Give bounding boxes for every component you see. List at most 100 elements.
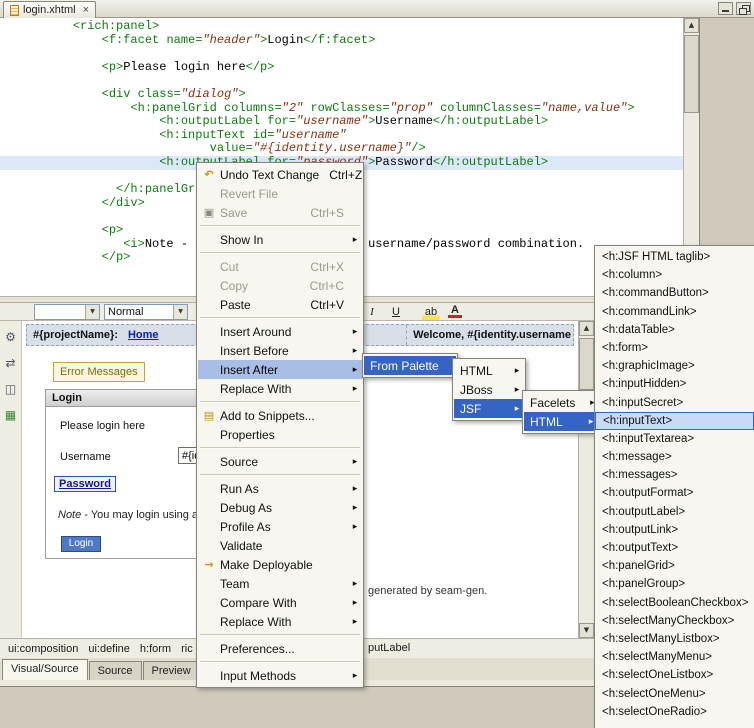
password-label-selected[interactable]: Password bbox=[54, 476, 116, 492]
tag-item-h-outputformat[interactable]: <h:outputFormat> bbox=[595, 484, 754, 502]
menu-item-add-to-snippets[interactable]: ▤Add to Snippets... bbox=[198, 406, 362, 425]
font-color-button[interactable]: A bbox=[448, 304, 462, 318]
menu-item-html[interactable]: HTML▸ bbox=[524, 412, 598, 431]
tab-preview[interactable]: Preview bbox=[143, 661, 200, 680]
menu-item-debug-as[interactable]: Debug As▸ bbox=[198, 498, 362, 517]
scroll-down-icon[interactable]: ▼ bbox=[579, 623, 594, 638]
code-line[interactable]: <h:outputLabel for="username">Username</… bbox=[8, 115, 683, 129]
tag-item-h-inputtextarea[interactable]: <h:inputTextarea> bbox=[595, 430, 754, 448]
tag-item-h-outputtext[interactable]: <h:outputText> bbox=[595, 539, 754, 557]
code-line[interactable]: <rich:panel> bbox=[8, 20, 683, 34]
tab-visual-source[interactable]: Visual/Source bbox=[2, 659, 88, 680]
tag-item-h-selectoneradio[interactable]: <h:selectOneRadio> bbox=[595, 703, 754, 721]
tag-item-h-message[interactable]: <h:message> bbox=[595, 448, 754, 466]
tag-item-h-selectonelistbox[interactable]: <h:selectOneListbox> bbox=[595, 666, 754, 684]
menu-item-from-palette[interactable]: From Palette▸ bbox=[364, 356, 456, 375]
menu-item-replace-with[interactable]: Replace With▸ bbox=[198, 612, 362, 631]
tag-item-h-panelgroup[interactable]: <h:panelGroup> bbox=[595, 575, 754, 593]
menu-item-input-methods[interactable]: Input Methods▸ bbox=[198, 666, 362, 685]
tag-item-h-messages[interactable]: <h:messages> bbox=[595, 466, 754, 484]
menu-item-preferences[interactable]: Preferences... bbox=[198, 639, 362, 658]
menu-item-make-deployable[interactable]: →Make Deployable bbox=[198, 555, 362, 574]
refresh-icon[interactable]: ⇄ bbox=[3, 355, 19, 371]
menu-item-cut[interactable]: CutCtrl+X bbox=[198, 257, 362, 276]
menu-item-source[interactable]: Source▸ bbox=[198, 452, 362, 471]
tag-item-h-panelgrid[interactable]: <h:panelGrid> bbox=[595, 557, 754, 575]
underline-button[interactable]: U bbox=[386, 304, 406, 320]
tag-item-h-inputtext[interactable]: <h:inputText> bbox=[595, 412, 754, 430]
menu-item-team[interactable]: Team▸ bbox=[198, 574, 362, 593]
tag-item-h-selectmanycheckbox[interactable]: <h:selectManyCheckbox> bbox=[595, 612, 754, 630]
scroll-up-icon[interactable]: ▲ bbox=[684, 18, 699, 33]
tab-source[interactable]: Source bbox=[89, 661, 142, 680]
canvas-scrollbar[interactable]: ▲ ▼ bbox=[578, 321, 594, 638]
code-line[interactable]: <h:inputText id="username" bbox=[8, 129, 683, 143]
tag-item-h-inputsecret[interactable]: <h:inputSecret> bbox=[595, 394, 754, 412]
gear-icon[interactable]: ⚙ bbox=[3, 329, 19, 345]
code-line[interactable] bbox=[8, 47, 683, 61]
menu-item-jsf[interactable]: JSF▸ bbox=[454, 399, 524, 418]
tag-item-h-inputhidden[interactable]: <h:inputHidden> bbox=[595, 375, 754, 393]
menu-item-save[interactable]: ▣SaveCtrl+S bbox=[198, 203, 362, 222]
grid-icon[interactable]: ▦ bbox=[3, 407, 19, 423]
tag-item-h-commandlink[interactable]: <h:commandLink> bbox=[595, 303, 754, 321]
breadcrumb-item-h-form[interactable]: h:form bbox=[140, 643, 171, 655]
menu-item-show-in[interactable]: Show In▸ bbox=[198, 230, 362, 249]
menu-item-revert-file[interactable]: Revert File bbox=[198, 184, 362, 203]
code-line[interactable]: value="#{identity.username}"/> bbox=[8, 142, 683, 156]
menu-item-copy[interactable]: CopyCtrl+C bbox=[198, 276, 362, 295]
login-button[interactable]: Login bbox=[61, 536, 101, 552]
tag-item-h-selectbooleancheckbox[interactable]: <h:selectBooleanCheckbox> bbox=[595, 594, 754, 612]
menu-item-run-as[interactable]: Run As▸ bbox=[198, 479, 362, 498]
chevron-down-icon[interactable]: ▼ bbox=[85, 305, 99, 319]
menu-item-insert-after[interactable]: Insert After▸ bbox=[198, 360, 362, 379]
submenu-arrow-icon: ▸ bbox=[348, 457, 362, 467]
menu-item-profile-as[interactable]: Profile As▸ bbox=[198, 517, 362, 536]
menu-item-paste[interactable]: PasteCtrl+V bbox=[198, 295, 362, 314]
tag-item-h-jsf-html-taglib[interactable]: <h:JSF HTML taglib> bbox=[595, 248, 754, 266]
chevron-down-icon[interactable]: ▼ bbox=[173, 305, 187, 319]
code-line[interactable]: <div class="dialog"> bbox=[8, 88, 683, 102]
code-line[interactable]: <h:panelGrid columns="2" rowClasses="pro… bbox=[8, 102, 683, 116]
tag-item-h-outputlabel[interactable]: <h:outputLabel> bbox=[595, 503, 754, 521]
tag-item-h-selectmanymenu[interactable]: <h:selectManyMenu> bbox=[595, 648, 754, 666]
editor-scrollbar-thumb[interactable] bbox=[684, 35, 699, 113]
tag-item-h-graphicimage[interactable]: <h:graphicImage> bbox=[595, 357, 754, 375]
tag-item-h-datatable[interactable]: <h:dataTable> bbox=[595, 321, 754, 339]
code-line[interactable] bbox=[8, 74, 683, 88]
pages-icon[interactable]: ◫ bbox=[3, 381, 19, 397]
menu-item-undo-text-change[interactable]: ↶Undo Text ChangeCtrl+Z bbox=[198, 165, 362, 184]
restore-icon[interactable] bbox=[736, 2, 751, 15]
menu-item-properties[interactable]: Properties bbox=[198, 425, 362, 444]
code-line[interactable]: <p>Please login here</p> bbox=[8, 61, 683, 75]
breadcrumb-item-ui-composition[interactable]: ui:composition bbox=[8, 643, 78, 655]
minimize-icon[interactable] bbox=[718, 2, 733, 15]
menu-item-validate[interactable]: Validate bbox=[198, 536, 362, 555]
tag-item-h-form[interactable]: <h:form> bbox=[595, 339, 754, 357]
breadcrumb-tail-fragment[interactable]: putLabel bbox=[368, 642, 410, 654]
scroll-up-icon[interactable]: ▲ bbox=[579, 321, 594, 336]
menu-item-replace-with[interactable]: Replace With▸ bbox=[198, 379, 362, 398]
home-link[interactable]: Home bbox=[128, 329, 159, 341]
tag-item-h-selectonemenu[interactable]: <h:selectOneMenu> bbox=[595, 685, 754, 703]
style-combo[interactable]: ▼ bbox=[34, 304, 100, 320]
breadcrumb-item-ui-define[interactable]: ui:define bbox=[88, 643, 130, 655]
paragraph-format-combo[interactable]: Normal ▼ bbox=[104, 304, 188, 320]
code-line[interactable]: <f:facet name="header">Login</f:facet> bbox=[8, 34, 683, 48]
breadcrumb-item-ric[interactable]: ric bbox=[181, 643, 193, 655]
tag-item-h-commandbutton[interactable]: <h:commandButton> bbox=[595, 284, 754, 302]
canvas-scrollbar-thumb[interactable] bbox=[579, 338, 594, 390]
tag-item-h-selectmanylistbox[interactable]: <h:selectManyListbox> bbox=[595, 630, 754, 648]
menu-item-compare-with[interactable]: Compare With▸ bbox=[198, 593, 362, 612]
menu-item-insert-around[interactable]: Insert Around▸ bbox=[198, 322, 362, 341]
highlight-color-button[interactable]: ab bbox=[422, 304, 440, 320]
close-icon[interactable]: × bbox=[83, 5, 89, 16]
tag-item-h-column[interactable]: <h:column> bbox=[595, 266, 754, 284]
editor-tab-login-xhtml[interactable]: login.xhtml × bbox=[3, 1, 96, 18]
tag-item-h-outputlink[interactable]: <h:outputLink> bbox=[595, 521, 754, 539]
menu-item-facelets[interactable]: Facelets▸ bbox=[524, 393, 598, 412]
italic-button[interactable]: I bbox=[362, 304, 382, 320]
menu-item-html[interactable]: HTML▸ bbox=[454, 361, 524, 380]
menu-item-jboss[interactable]: JBoss▸ bbox=[454, 380, 524, 399]
menu-item-insert-before[interactable]: Insert Before▸ bbox=[198, 341, 362, 360]
